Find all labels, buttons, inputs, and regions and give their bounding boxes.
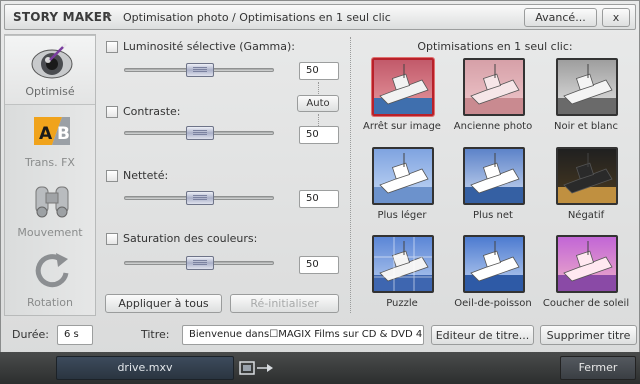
- svg-text:B: B: [57, 124, 70, 144]
- title-editor-button[interactable]: Editeur de titre...: [431, 325, 534, 345]
- boat-photo-image: [558, 149, 616, 203]
- preset-label: Négatif: [567, 210, 605, 221]
- sidebar: Optimisé A B Trans. FX Mouvement Rotatio…: [4, 34, 96, 316]
- boat-photo-image: [465, 237, 523, 291]
- gamma-slider-thumb[interactable]: [186, 63, 214, 77]
- delete-title-button[interactable]: Supprimer titre: [540, 325, 637, 345]
- svg-text:A: A: [39, 124, 53, 144]
- preset-item[interactable]: Puzzle: [356, 235, 448, 321]
- preset-thumbnail[interactable]: [556, 58, 618, 116]
- preset-label: Coucher de soleil: [542, 298, 630, 309]
- preset-item[interactable]: Oeil-de-poisson: [447, 235, 539, 321]
- preset-label: Puzzle: [386, 298, 418, 309]
- contrast-slider-thumb[interactable]: [186, 126, 214, 140]
- preset-label: Plus net: [473, 210, 513, 221]
- link-dots: [318, 114, 320, 126]
- preset-item[interactable]: Noir et blanc: [540, 58, 632, 144]
- duration-label: Durée:: [12, 328, 49, 341]
- preset-label: Arrêt sur image: [363, 121, 441, 132]
- preset-thumbnail[interactable]: [556, 147, 618, 205]
- preset-label: Noir et blanc: [553, 121, 618, 132]
- boat-photo-image: [374, 149, 432, 203]
- sharpness-label: Netteté:: [123, 169, 169, 182]
- breadcrumb-separator-icon: ▸: [107, 10, 113, 21]
- preset-item[interactable]: Ancienne photo: [447, 58, 539, 144]
- contrast-label: Contraste:: [123, 105, 181, 118]
- sidebar-item-label: Mouvement: [17, 226, 83, 239]
- sidebar-item-mouvement[interactable]: Mouvement: [5, 175, 95, 245]
- close-button[interactable]: Fermer: [560, 356, 636, 380]
- saturation-label: Saturation des couleurs:: [123, 232, 258, 245]
- export-arrow-icon[interactable]: [239, 360, 275, 376]
- file-tab[interactable]: drive.mxv: [56, 356, 234, 380]
- preset-item[interactable]: Coucher de soleil: [540, 235, 632, 321]
- sidebar-item-trans-fx[interactable]: A B Trans. FX: [5, 105, 95, 175]
- auto-button[interactable]: Auto: [297, 95, 339, 112]
- boat-photo-image: [374, 60, 432, 114]
- sharpness-slider-thumb[interactable]: [186, 191, 214, 205]
- preset-thumbnail[interactable]: [463, 147, 525, 205]
- gamma-checkbox[interactable]: [106, 41, 118, 53]
- contrast-value-field[interactable]: 50: [299, 126, 339, 144]
- gamma-label: Luminosité sélective (Gamma):: [123, 40, 295, 53]
- boat-photo-image: [374, 237, 432, 291]
- preset-label: Ancienne photo: [453, 121, 533, 132]
- close-window-button[interactable]: x: [602, 8, 630, 27]
- saturation-checkbox[interactable]: [106, 233, 118, 245]
- advanced-button[interactable]: Avancé...: [524, 8, 597, 27]
- preset-label: Oeil-de-poisson: [454, 298, 532, 309]
- preset-thumbnail[interactable]: [556, 235, 618, 293]
- boat-photo-image: [558, 237, 616, 291]
- presets-heading: Optimisations en 1 seul clic:: [417, 40, 573, 53]
- app-title: STORY MAKER: [13, 10, 112, 24]
- boat-photo-image: [558, 60, 616, 114]
- saturation-slider-thumb[interactable]: [186, 256, 214, 270]
- story-maker-window: STORY MAKER ▸ Optimisation photo / Optim…: [0, 0, 640, 384]
- contrast-checkbox[interactable]: [106, 106, 118, 118]
- title-label: Titre:: [141, 328, 170, 341]
- preset-thumbnail[interactable]: [372, 58, 434, 116]
- preset-item[interactable]: Négatif: [540, 147, 632, 233]
- duration-field[interactable]: 6 s: [57, 325, 93, 345]
- sidebar-item-optimise[interactable]: Optimisé: [5, 35, 95, 105]
- boat-photo-image: [465, 60, 523, 114]
- sidebar-item-rotation[interactable]: Rotation: [5, 245, 95, 315]
- ab-transition-icon: A B: [34, 117, 70, 145]
- preset-thumbnail[interactable]: [372, 147, 434, 205]
- preset-item[interactable]: Plus léger: [356, 147, 448, 233]
- preset-label: Plus léger: [377, 210, 427, 221]
- breadcrumb: Optimisation photo / Optimisations en 1 …: [123, 11, 391, 24]
- sidebar-item-label: Rotation: [26, 296, 73, 309]
- sidebar-item-label: Trans. FX: [25, 156, 75, 169]
- apply-all-button[interactable]: Appliquer à tous: [105, 294, 222, 313]
- sidebar-item-label: Optimisé: [25, 85, 75, 98]
- preset-thumbnail[interactable]: [463, 58, 525, 116]
- preset-item[interactable]: Arrêt sur image: [356, 58, 448, 144]
- boat-photo-image: [465, 149, 523, 203]
- sharpness-checkbox[interactable]: [106, 170, 118, 182]
- title-bar: STORY MAKER ▸ Optimisation photo / Optim…: [4, 4, 636, 30]
- saturation-value-field[interactable]: 50: [299, 256, 339, 274]
- preset-item[interactable]: Plus net: [447, 147, 539, 233]
- preset-thumbnail[interactable]: [463, 235, 525, 293]
- sharpness-value-field[interactable]: 50: [299, 190, 339, 208]
- status-bar: drive.mxv Fermer: [0, 352, 640, 384]
- eye-icon: [31, 42, 73, 79]
- rotate-icon: [35, 253, 69, 288]
- reset-button[interactable]: Ré-initialiser: [230, 294, 339, 313]
- panel-divider: [350, 37, 351, 313]
- preset-thumbnail[interactable]: [372, 235, 434, 293]
- title-input[interactable]: Bienvenue dans☐MAGIX Films sur CD & DVD …: [182, 325, 424, 345]
- gamma-value-field[interactable]: 50: [299, 62, 339, 80]
- link-dots: [318, 82, 320, 94]
- binoculars-icon: [35, 186, 69, 218]
